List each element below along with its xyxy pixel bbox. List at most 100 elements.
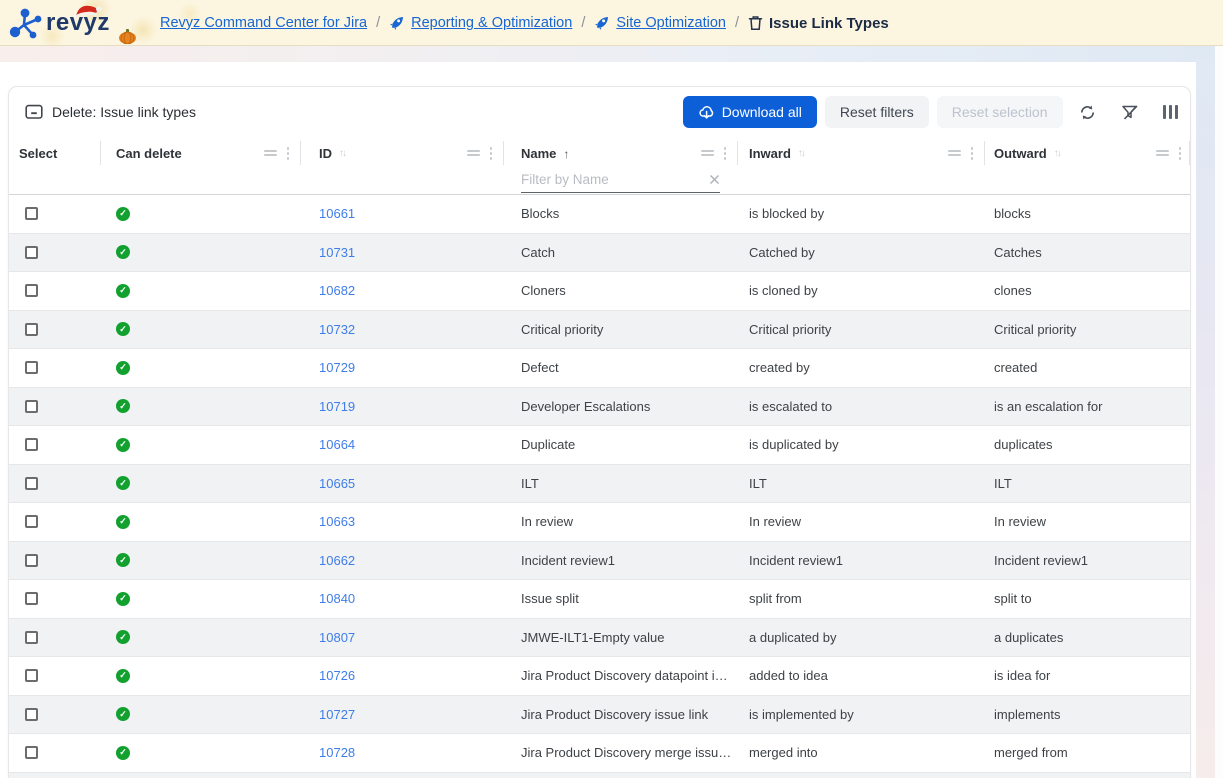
row-name: Developer Escalations [504, 399, 738, 414]
row-id-link[interactable]: 10664 [319, 437, 355, 452]
revyz-logo[interactable]: revyz [6, 3, 156, 43]
row-id-link[interactable]: 10663 [319, 514, 355, 529]
row-id-link[interactable]: 10719 [319, 399, 355, 414]
breadcrumb-separator: / [376, 15, 380, 31]
reset-selection-button[interactable]: Reset selection [937, 96, 1063, 128]
row-checkbox[interactable] [25, 554, 38, 567]
column-filter-icon[interactable] [948, 148, 961, 158]
table-row: ✓ 10662 Incident review1 Incident review… [9, 542, 1190, 581]
row-outward: ILT [985, 476, 1190, 491]
row-name: Cloners [504, 283, 738, 298]
row-checkbox[interactable] [25, 746, 38, 759]
panel-icon [25, 104, 43, 120]
row-id-link[interactable]: 10732 [319, 322, 355, 337]
can-delete-check-icon: ✓ [116, 669, 130, 683]
table-row: ✓ 10840 Issue split split from split to [9, 580, 1190, 619]
breadcrumb-link-command-center[interactable]: Revyz Command Center for Jira [160, 15, 367, 31]
row-checkbox[interactable] [25, 323, 38, 336]
row-checkbox[interactable] [25, 477, 38, 490]
column-menu-icon[interactable] [287, 147, 290, 160]
breadcrumb-link-site-optimization[interactable]: Site Optimization [616, 15, 726, 31]
column-header-name[interactable]: Name ↑ [504, 137, 738, 194]
row-checkbox[interactable] [25, 515, 38, 528]
row-checkbox[interactable] [25, 438, 38, 451]
row-checkbox[interactable] [25, 400, 38, 413]
clear-filter-icon[interactable] [709, 174, 720, 185]
row-id-link[interactable]: 10726 [319, 668, 355, 683]
row-inward: is duplicated by [738, 437, 985, 452]
row-id-link[interactable]: 10665 [319, 476, 355, 491]
row-inward: Incident review1 [738, 553, 985, 568]
row-id-link[interactable]: 10728 [319, 745, 355, 760]
table-row: ✓ 10807 JMWE-ILT1-Empty value a duplicat… [9, 619, 1190, 658]
breadcrumb-separator: / [735, 15, 739, 31]
row-id-link[interactable]: 10729 [319, 360, 355, 375]
row-id-link[interactable]: 10682 [319, 283, 355, 298]
column-menu-icon[interactable] [1179, 147, 1182, 160]
refresh-button[interactable] [1079, 104, 1096, 121]
row-id-link[interactable]: 10662 [319, 553, 355, 568]
row-checkbox[interactable] [25, 708, 38, 721]
row-checkbox[interactable] [25, 361, 38, 374]
column-settings-button[interactable] [1163, 105, 1179, 119]
row-inward: Critical priority [738, 322, 985, 337]
row-id-link[interactable]: 10840 [319, 591, 355, 606]
table-row: ✓ 10731 Catch Catched by Catches [9, 234, 1190, 273]
column-divider [1189, 141, 1190, 165]
row-checkbox[interactable] [25, 246, 38, 259]
row-outward: Critical priority [985, 322, 1190, 337]
column-header-id[interactable]: ID ↑↓ [301, 137, 504, 194]
column-header-inward[interactable]: Inward ↑↓ [738, 137, 985, 194]
row-checkbox[interactable] [25, 631, 38, 644]
page-scrollbar[interactable] [1196, 46, 1215, 778]
can-delete-check-icon: ✓ [116, 515, 130, 529]
row-name: Defect [504, 360, 738, 375]
column-filter-icon[interactable] [467, 148, 480, 158]
row-id-link[interactable]: 10661 [319, 206, 355, 221]
column-header-select: Select [9, 137, 101, 194]
download-all-button[interactable]: Download all [683, 96, 817, 128]
column-header-can-delete[interactable]: Can delete [101, 137, 301, 194]
row-outward: a duplicates [985, 630, 1190, 645]
row-id-link[interactable]: 10731 [319, 245, 355, 260]
sort-icon[interactable]: ↑↓ [798, 148, 804, 159]
row-checkbox[interactable] [25, 592, 38, 605]
column-header-outward[interactable]: Outward ↑↓ [985, 137, 1190, 194]
row-inward: merged into [738, 745, 985, 760]
column-menu-icon[interactable] [971, 147, 974, 160]
row-checkbox[interactable] [25, 284, 38, 297]
row-inward: Catched by [738, 245, 985, 260]
can-delete-check-icon: ✓ [116, 746, 130, 760]
row-checkbox[interactable] [25, 207, 38, 220]
clear-filters-button[interactable] [1120, 104, 1139, 121]
molecule-logo-icon [6, 4, 44, 44]
row-outward: created [985, 360, 1190, 375]
table-row: ✓ 10728 Jira Product Discovery merge iss… [9, 734, 1190, 773]
column-label-id: ID [319, 146, 332, 161]
sort-icon[interactable]: ↑↓ [1054, 148, 1060, 159]
row-id-link[interactable]: 10727 [319, 707, 355, 722]
name-filter-input[interactable] [521, 172, 709, 187]
column-menu-icon[interactable] [490, 147, 493, 160]
sort-icon[interactable]: ↑↓ [339, 148, 345, 159]
reset-filters-label: Reset filters [840, 104, 914, 120]
row-id-link[interactable]: 10807 [319, 630, 355, 645]
row-outward: implements [985, 707, 1190, 722]
table-row-partial [9, 773, 1190, 778]
can-delete-check-icon: ✓ [116, 322, 130, 336]
name-filter-field [521, 167, 720, 193]
row-outward: is an escalation for [985, 399, 1190, 414]
column-menu-icon[interactable] [724, 147, 727, 160]
breadcrumb-link-reporting-optimization[interactable]: Reporting & Optimization [411, 15, 572, 31]
row-inward: is blocked by [738, 206, 985, 221]
columns-icon [1163, 105, 1179, 119]
reset-filters-button[interactable]: Reset filters [825, 96, 929, 128]
sort-ascending-icon[interactable]: ↑ [563, 147, 569, 161]
trash-icon [748, 15, 763, 31]
row-name: Catch [504, 245, 738, 260]
column-filter-icon[interactable] [701, 148, 714, 158]
column-filter-icon[interactable] [264, 148, 277, 158]
row-checkbox[interactable] [25, 669, 38, 682]
breadcrumb: Revyz Command Center for Jira / Reportin… [160, 0, 889, 46]
column-filter-icon[interactable] [1156, 148, 1169, 158]
